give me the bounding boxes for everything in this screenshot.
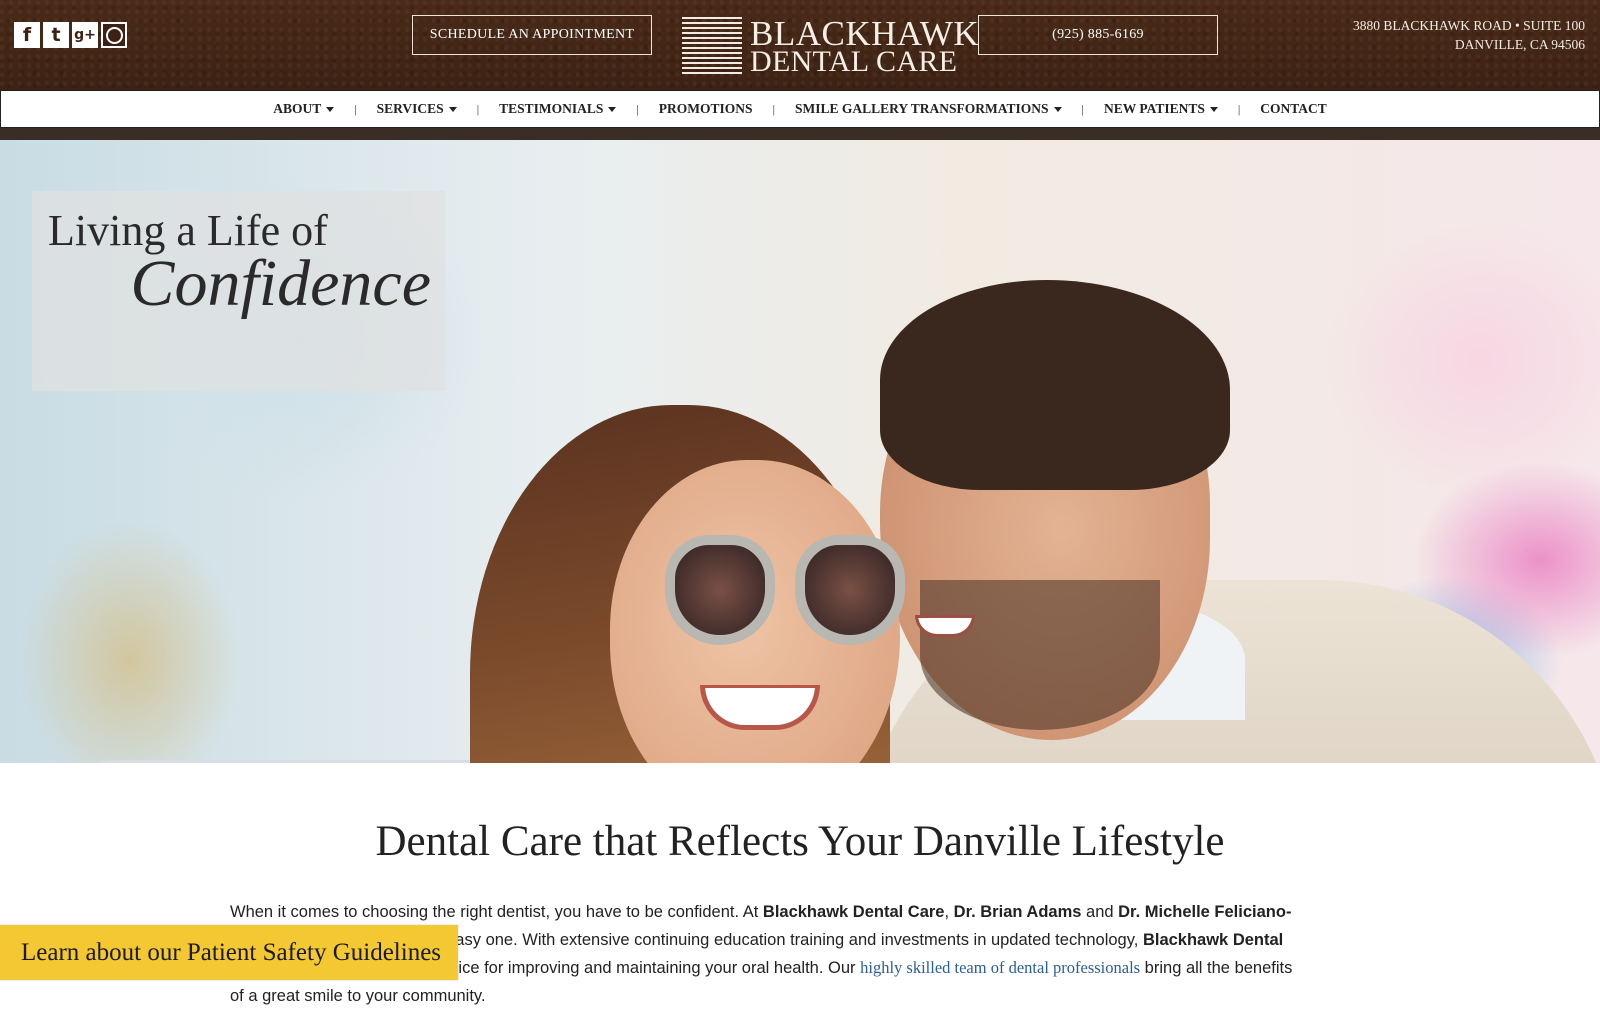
social-links: f t g+ [14, 22, 127, 48]
caret-down-icon [326, 106, 335, 112]
intro-bold: Dr. Brian Adams [953, 903, 1082, 921]
instagram-icon[interactable] [101, 22, 127, 48]
site-header: f t g+ SCHEDULE AN APPOINTMENT BLACKHAWK… [0, 0, 1600, 90]
logo-mark-icon [682, 17, 742, 74]
google-plus-icon[interactable]: g+ [72, 22, 98, 48]
schedule-appointment-button[interactable]: SCHEDULE AN APPOINTMENT [412, 15, 652, 55]
nav-underbar [0, 128, 1600, 140]
logo-line-2: DENTAL CARE [750, 45, 958, 78]
address-block: 3880 Blackhawk Road • Suite 100 Danville… [1353, 16, 1585, 54]
intro-bold: Blackhawk Dental Care [762, 903, 945, 921]
page-heading: Dental Care that Reflects Your Danville … [375, 818, 1225, 865]
intro-text: When it comes to choosing the right dent… [230, 903, 763, 921]
nav-item-testimonials[interactable]: Testimonials [479, 101, 636, 117]
nav-item-smile-gallery[interactable]: Smile Gallery Transformations [775, 101, 1082, 117]
nav-item-promotions[interactable]: Promotions [639, 101, 773, 117]
hero-photo-part [880, 280, 1230, 490]
address-line-2: Danville, CA 94506 [1454, 37, 1585, 52]
tumblr-icon[interactable]: t [43, 22, 69, 48]
phone-button[interactable]: (925) 885-6169 [978, 15, 1218, 55]
nav-item-new-patients[interactable]: New Patients [1084, 101, 1238, 117]
caret-down-icon [1053, 106, 1062, 112]
address-line-1: 3880 Blackhawk Road • Suite 100 [1352, 18, 1585, 33]
caret-down-icon [1209, 106, 1218, 112]
caret-down-icon [608, 106, 617, 112]
team-link[interactable]: highly skilled team of dental profession… [860, 958, 1140, 977]
site-logo[interactable]: BLACKHAWK DENTAL CARE [682, 16, 979, 77]
caret-down-icon [448, 106, 457, 112]
hero-caption: Living a Life of Confidence [32, 191, 445, 391]
hero-photo-part [920, 580, 1160, 730]
facebook-icon[interactable]: f [14, 22, 40, 48]
hero-caption-line-2: Confidence [130, 247, 431, 320]
nav-item-services[interactable]: Services [357, 101, 477, 117]
patient-safety-banner[interactable]: Learn about our Patient Safety Guideline… [0, 925, 458, 980]
sunglasses-graphic [665, 535, 910, 655]
nav-item-about[interactable]: About [253, 101, 354, 117]
main-nav: About | Services | Testimonials | Promot… [0, 90, 1600, 128]
nav-item-contact[interactable]: Contact [1240, 101, 1347, 117]
intro-text: and [1081, 903, 1119, 921]
intro-text: , [944, 903, 954, 921]
